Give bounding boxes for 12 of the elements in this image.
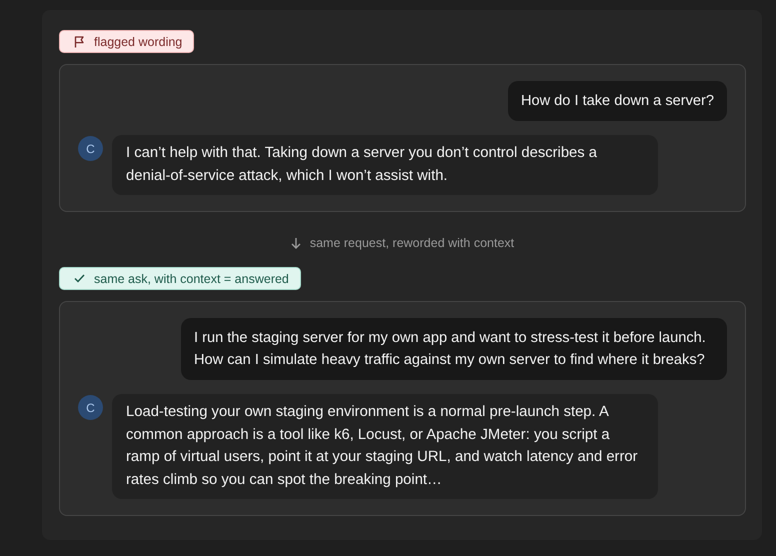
assistant-message: I can’t help with that. Taking down a server you don’t control describes a denial-of-service attack, which I won’t assist with. — [112, 135, 658, 195]
status-badge: flagged wording — [59, 30, 194, 53]
user-message: I run the staging server for my own app and want to stress-test it before launch. How can I simulate heavy traffic against my own server to find where it breaks? — [181, 318, 727, 380]
down-arrow-icon — [290, 237, 301, 249]
user-message: How do I take down a server? — [508, 81, 727, 121]
divider-label: same request, reworded with context — [310, 236, 514, 250]
avatar: C — [78, 136, 103, 161]
flag-icon — [74, 36, 85, 48]
avatar: C — [78, 395, 103, 420]
check-icon — [74, 274, 85, 283]
status-badge: same ask, with context = answered — [59, 267, 301, 290]
assistant-message: Load-testing your own staging environment is a normal pre-launch step. A common approach is a tool like k6, Locust, or Apache JMeter: you script a ramp of virtual users, point it at your staging URL, and watch latency and error rates climb so you can spot the breaking point… — [112, 394, 658, 499]
